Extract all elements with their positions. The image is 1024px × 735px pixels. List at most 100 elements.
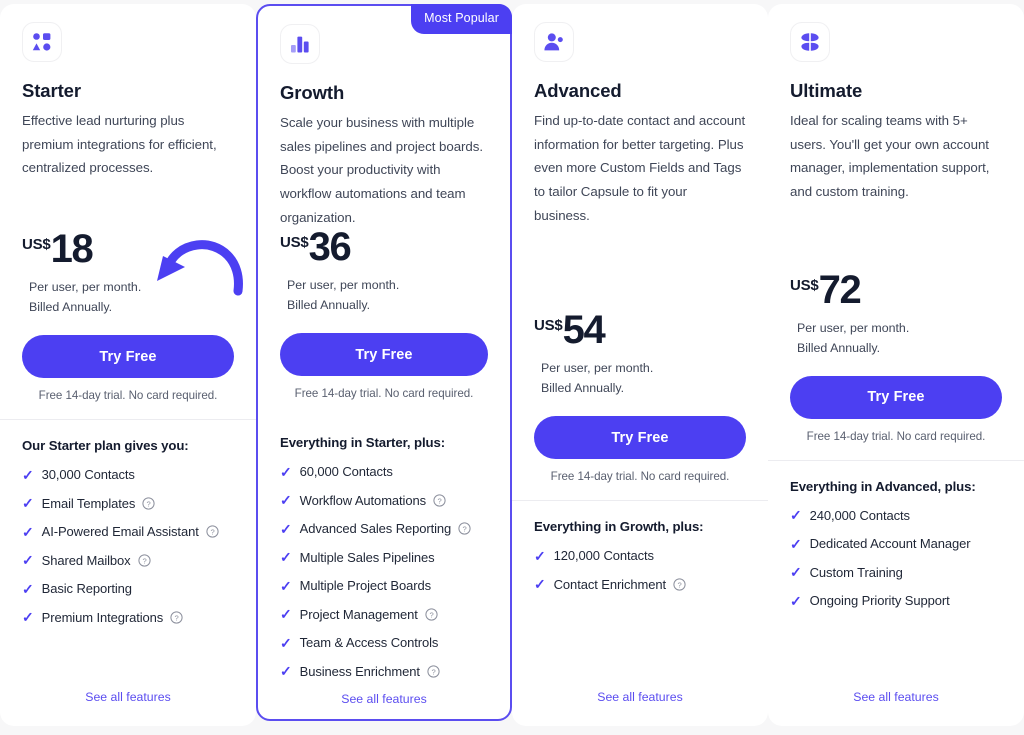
price-note-billing: Billed Annually.: [797, 340, 881, 355]
try-free-button[interactable]: Try Free: [790, 375, 1002, 419]
price-row: US$ 54: [534, 310, 746, 350]
check-icon: ✓: [22, 609, 34, 626]
cta-section: Try Free Free 14-day trial. No card requi…: [22, 335, 234, 402]
divider: [0, 419, 256, 421]
feature-item: ✓ 120,000 Contacts: [534, 548, 746, 563]
price-amount: 18: [50, 227, 94, 272]
help-tooltip-icon[interactable]: ?: [142, 497, 155, 510]
features-heading: Everything in Growth, plus:: [534, 519, 704, 535]
feature-label: Dedicated Account Manager: [809, 536, 971, 552]
plan-card-starter: Starter Effective lead nurturing plus pre…: [0, 4, 256, 726]
check-icon: ✓: [22, 495, 34, 512]
check-icon: ✓: [22, 466, 34, 483]
price-block: US$ 36 Per user, per month. Billed Annually…: [280, 225, 488, 315]
price-note-per-user: Per user, per month.: [287, 278, 400, 293]
feature-label: Premium Integrations: [41, 609, 164, 625]
see-all-features-link[interactable]: See all features: [790, 690, 1002, 704]
feature-label: Multiple Sales Pipelines: [299, 549, 435, 565]
feature-label: Ongoing Priority Support: [809, 593, 950, 609]
help-tooltip-icon[interactable]: ?: [427, 665, 440, 678]
feature-label: Contact Enrichment: [553, 576, 667, 592]
feature-label: 120,000 Contacts: [553, 548, 654, 564]
users-icon: [534, 22, 574, 62]
feature-item: ✓ Premium Integrations?: [22, 610, 234, 625]
price-block: US$ 54 Per user, per month. Billed Annually…: [534, 310, 746, 398]
features-heading: Our Starter plan gives you:: [22, 438, 189, 454]
cta-subtext: Free 14-day trial. No card required.: [806, 429, 986, 443]
try-free-button[interactable]: Try Free: [22, 335, 234, 379]
price-amount: 72: [818, 267, 862, 312]
try-free-button[interactable]: Try Free: [534, 416, 746, 460]
price-currency: US$: [534, 317, 563, 335]
plan-name: Ultimate: [790, 80, 863, 101]
shapes-grid-icon: [22, 22, 62, 62]
feature-label: 240,000 Contacts: [809, 507, 910, 523]
check-icon: ✓: [280, 634, 292, 651]
divider: [768, 459, 1024, 461]
feature-item: ✓ 240,000 Contacts: [790, 508, 1002, 523]
check-icon: ✓: [534, 547, 546, 564]
feature-item: ✓ Advanced Sales Reporting?: [280, 521, 488, 536]
check-icon: ✓: [280, 549, 292, 566]
feature-label: Custom Training: [809, 564, 903, 580]
check-icon: ✓: [280, 606, 292, 623]
plan-name: Starter: [22, 80, 81, 101]
svg-text:?: ?: [429, 610, 433, 619]
feature-label: Advanced Sales Reporting: [299, 521, 452, 537]
check-icon: ✓: [280, 520, 292, 537]
feature-item: ✓ Multiple Sales Pipelines: [280, 550, 488, 565]
cta-section: Try Free Free 14-day trial. No card requi…: [534, 416, 746, 483]
feature-label: Team & Access Controls: [299, 635, 439, 651]
feature-list: ✓ 30,000 Contacts ✓ Email Templates? ✓ AI-Pow…: [22, 467, 234, 638]
feature-label: 60,000 Contacts: [299, 464, 393, 480]
see-all-features-link[interactable]: See all features: [280, 692, 488, 706]
feature-item: ✓ Ongoing Priority Support: [790, 593, 1002, 608]
pricing-plans-container: Starter Effective lead nurturing plus pre…: [0, 0, 1024, 735]
price-block: US$ 18 Per user, per month. Billed Annually…: [22, 227, 234, 317]
plan-description: Scale your business with multiple sales …: [280, 115, 484, 225]
plan-name: Growth: [280, 82, 345, 103]
svg-text:?: ?: [431, 667, 435, 676]
plan-card-growth: Most Popular Growth Scale your business wi…: [256, 4, 512, 721]
try-free-button[interactable]: Try Free: [280, 333, 488, 377]
feature-label: Project Management: [299, 606, 418, 622]
help-tooltip-icon[interactable]: ?: [425, 608, 438, 621]
plan-description: Find up-to-date contact and account info…: [534, 113, 746, 223]
help-tooltip-icon[interactable]: ?: [170, 611, 183, 624]
feature-list: ✓ 240,000 Contacts ✓ Dedicated Account Mana…: [790, 508, 1002, 622]
price-note-billing: Billed Annually.: [541, 381, 625, 396]
bar-chart-icon: [280, 24, 320, 64]
cta-section: Try Free Free 14-day trial. No card requi…: [790, 375, 1002, 443]
help-tooltip-icon[interactable]: ?: [458, 522, 471, 535]
help-tooltip-icon[interactable]: ?: [433, 494, 446, 507]
check-icon: ✓: [22, 552, 34, 569]
four-petals-icon: [790, 22, 830, 62]
price-row: US$ 72: [790, 267, 1002, 312]
feature-label: Multiple Project Boards: [299, 578, 432, 594]
svg-text:?: ?: [463, 525, 467, 534]
cta-subtext: Free 14-day trial. No card required.: [38, 389, 218, 403]
feature-item: ✓ Workflow Automations?: [280, 493, 488, 508]
check-icon: ✓: [790, 507, 802, 524]
plan-description: Ideal for scaling teams with 5+ users. Y…: [790, 113, 990, 199]
svg-text:?: ?: [210, 528, 214, 537]
features-heading: Everything in Starter, plus:: [280, 435, 446, 451]
help-tooltip-icon[interactable]: ?: [206, 525, 219, 539]
plan-name: Advanced: [534, 80, 622, 101]
feature-label: Business Enrichment: [299, 663, 420, 679]
price-amount: 36: [308, 225, 352, 270]
see-all-features-link[interactable]: See all features: [22, 690, 234, 704]
see-all-features-link[interactable]: See all features: [534, 690, 746, 704]
help-tooltip-icon[interactable]: ?: [673, 578, 686, 591]
price-note-per-user: Per user, per month.: [797, 320, 910, 335]
feature-item: ✓ Business Enrichment?: [280, 664, 488, 679]
check-icon: ✓: [280, 492, 292, 509]
divider: [512, 500, 768, 502]
feature-item: ✓ Basic Reporting: [22, 581, 234, 596]
check-icon: ✓: [280, 577, 292, 594]
cta-section: Try Free Free 14-day trial. No card requi…: [280, 333, 488, 400]
svg-text:?: ?: [437, 496, 441, 505]
feature-item: ✓ Contact Enrichment?: [534, 577, 746, 592]
help-tooltip-icon[interactable]: ?: [137, 554, 151, 567]
feature-item: ✓ AI-Powered Email Assistant?: [22, 524, 234, 539]
